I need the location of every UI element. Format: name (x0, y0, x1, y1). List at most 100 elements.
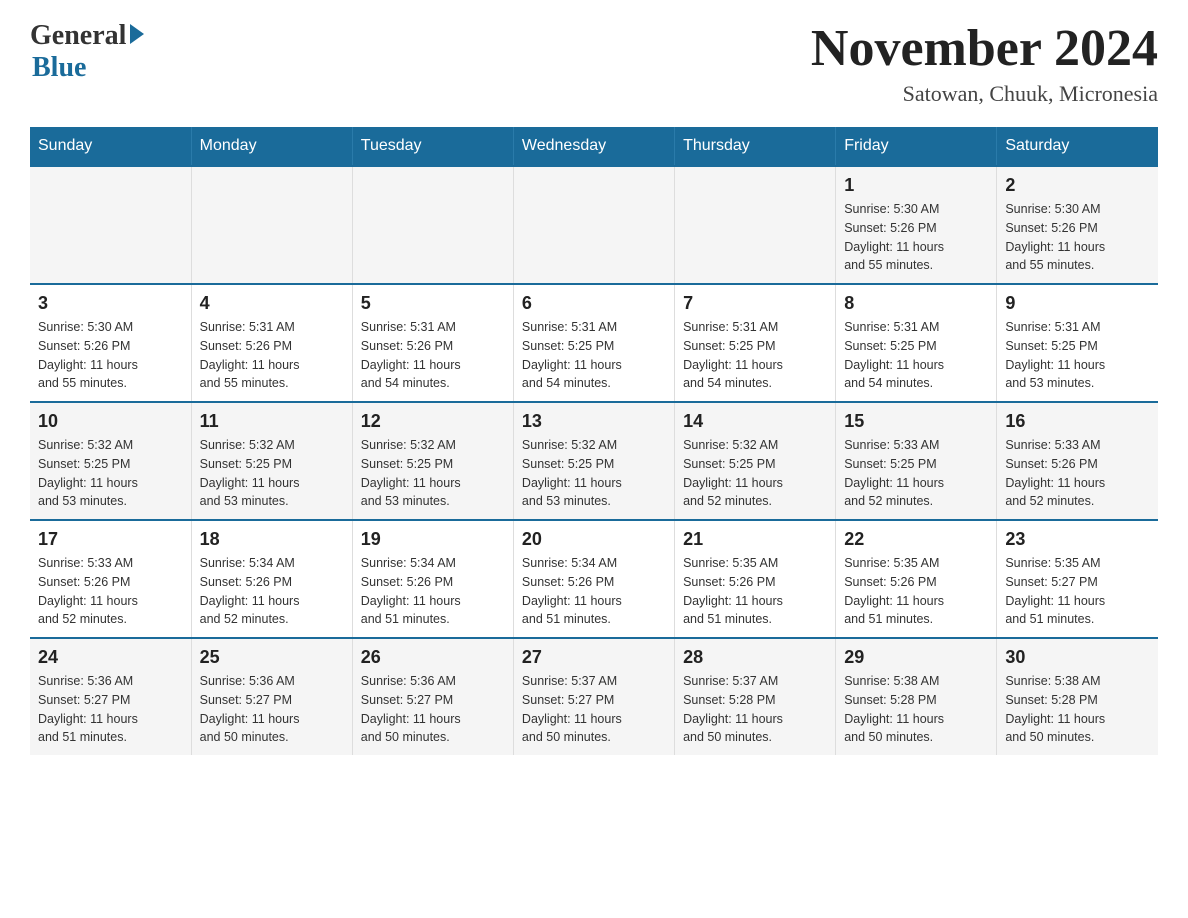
calendar-cell: 5 Sunrise: 5:31 AM Sunset: 5:26 PM Daylig… (352, 284, 513, 402)
day-info: Sunrise: 5:32 AM Sunset: 5:25 PM Dayligh… (522, 436, 666, 511)
weekday-header-thursday: Thursday (675, 127, 836, 166)
weekday-header-row: SundayMondayTuesdayWednesdayThursdayFrid… (30, 127, 1158, 166)
calendar-cell (513, 166, 674, 284)
weekday-header-saturday: Saturday (997, 127, 1158, 166)
calendar-cell: 22 Sunrise: 5:35 AM Sunset: 5:26 PM Dayli… (836, 520, 997, 638)
logo-general-text: General (30, 20, 126, 52)
title-section: November 2024 Satowan, Chuuk, Micronesia (811, 20, 1158, 107)
calendar-cell: 3 Sunrise: 5:30 AM Sunset: 5:26 PM Daylig… (30, 284, 191, 402)
calendar-week-row: 3 Sunrise: 5:30 AM Sunset: 5:26 PM Daylig… (30, 284, 1158, 402)
day-number: 9 (1005, 293, 1150, 314)
calendar-week-row: 10 Sunrise: 5:32 AM Sunset: 5:25 PM Dayli… (30, 402, 1158, 520)
calendar-cell: 14 Sunrise: 5:32 AM Sunset: 5:25 PM Dayli… (675, 402, 836, 520)
calendar-cell: 27Sunrise: 5:37 AM Sunset: 5:27 PM Dayli… (513, 638, 674, 755)
weekday-header-friday: Friday (836, 127, 997, 166)
day-info: Sunrise: 5:36 AM Sunset: 5:27 PM Dayligh… (200, 672, 344, 747)
day-info: Sunrise: 5:34 AM Sunset: 5:26 PM Dayligh… (522, 554, 666, 629)
calendar-cell: 2 Sunrise: 5:30 AM Sunset: 5:26 PM Daylig… (997, 166, 1158, 284)
day-number: 2 (1005, 175, 1150, 196)
calendar-cell: 15 Sunrise: 5:33 AM Sunset: 5:25 PM Dayli… (836, 402, 997, 520)
day-info: Sunrise: 5:30 AM Sunset: 5:26 PM Dayligh… (1005, 200, 1150, 275)
day-number: 29 (844, 647, 988, 668)
day-number: 10 (38, 411, 183, 432)
day-info: Sunrise: 5:32 AM Sunset: 5:25 PM Dayligh… (38, 436, 183, 511)
day-number: 17 (38, 529, 183, 550)
day-number: 21 (683, 529, 827, 550)
day-info: Sunrise: 5:34 AM Sunset: 5:26 PM Dayligh… (361, 554, 505, 629)
day-number: 26 (361, 647, 505, 668)
calendar-cell: 21 Sunrise: 5:35 AM Sunset: 5:26 PM Dayli… (675, 520, 836, 638)
calendar-cell: 16 Sunrise: 5:33 AM Sunset: 5:26 PM Dayli… (997, 402, 1158, 520)
calendar-cell (30, 166, 191, 284)
calendar-cell: 11Sunrise: 5:32 AM Sunset: 5:25 PM Dayli… (191, 402, 352, 520)
day-number: 3 (38, 293, 183, 314)
day-number: 18 (200, 529, 344, 550)
calendar-cell: 8Sunrise: 5:31 AM Sunset: 5:25 PM Daylig… (836, 284, 997, 402)
calendar-cell: 9 Sunrise: 5:31 AM Sunset: 5:25 PM Daylig… (997, 284, 1158, 402)
day-number: 12 (361, 411, 505, 432)
day-info: Sunrise: 5:33 AM Sunset: 5:26 PM Dayligh… (38, 554, 183, 629)
weekday-header-sunday: Sunday (30, 127, 191, 166)
calendar-cell: 12 Sunrise: 5:32 AM Sunset: 5:25 PM Dayli… (352, 402, 513, 520)
day-info: Sunrise: 5:35 AM Sunset: 5:27 PM Dayligh… (1005, 554, 1150, 629)
day-info: Sunrise: 5:36 AM Sunset: 5:27 PM Dayligh… (361, 672, 505, 747)
logo-arrow-icon (130, 24, 144, 44)
day-number: 24 (38, 647, 183, 668)
calendar-cell: 29Sunrise: 5:38 AM Sunset: 5:28 PM Dayli… (836, 638, 997, 755)
calendar-cell: 6 Sunrise: 5:31 AM Sunset: 5:25 PM Daylig… (513, 284, 674, 402)
day-number: 6 (522, 293, 666, 314)
calendar-cell: 23 Sunrise: 5:35 AM Sunset: 5:27 PM Dayli… (997, 520, 1158, 638)
calendar-cell: 17 Sunrise: 5:33 AM Sunset: 5:26 PM Dayli… (30, 520, 191, 638)
day-info: Sunrise: 5:33 AM Sunset: 5:26 PM Dayligh… (1005, 436, 1150, 511)
day-number: 4 (200, 293, 344, 314)
calendar-week-row: 1 Sunrise: 5:30 AM Sunset: 5:26 PM Daylig… (30, 166, 1158, 284)
weekday-header-wednesday: Wednesday (513, 127, 674, 166)
day-info: Sunrise: 5:31 AM Sunset: 5:25 PM Dayligh… (683, 318, 827, 393)
day-number: 19 (361, 529, 505, 550)
day-number: 25 (200, 647, 344, 668)
calendar-cell: 1 Sunrise: 5:30 AM Sunset: 5:26 PM Daylig… (836, 166, 997, 284)
day-info: Sunrise: 5:31 AM Sunset: 5:25 PM Dayligh… (522, 318, 666, 393)
day-number: 16 (1005, 411, 1150, 432)
day-info: Sunrise: 5:31 AM Sunset: 5:25 PM Dayligh… (1005, 318, 1150, 393)
day-info: Sunrise: 5:31 AM Sunset: 5:26 PM Dayligh… (200, 318, 344, 393)
day-number: 27 (522, 647, 666, 668)
day-number: 13 (522, 411, 666, 432)
day-number: 23 (1005, 529, 1150, 550)
day-number: 1 (844, 175, 988, 196)
calendar-cell: 20Sunrise: 5:34 AM Sunset: 5:26 PM Dayli… (513, 520, 674, 638)
calendar-cell (352, 166, 513, 284)
calendar-cell: 30Sunrise: 5:38 AM Sunset: 5:28 PM Dayli… (997, 638, 1158, 755)
weekday-header-tuesday: Tuesday (352, 127, 513, 166)
calendar-cell: 24 Sunrise: 5:36 AM Sunset: 5:27 PM Dayli… (30, 638, 191, 755)
day-info: Sunrise: 5:30 AM Sunset: 5:26 PM Dayligh… (844, 200, 988, 275)
calendar-cell (191, 166, 352, 284)
day-info: Sunrise: 5:30 AM Sunset: 5:26 PM Dayligh… (38, 318, 183, 393)
day-info: Sunrise: 5:36 AM Sunset: 5:27 PM Dayligh… (38, 672, 183, 747)
calendar-cell (675, 166, 836, 284)
day-number: 15 (844, 411, 988, 432)
day-number: 5 (361, 293, 505, 314)
day-number: 22 (844, 529, 988, 550)
day-info: Sunrise: 5:33 AM Sunset: 5:25 PM Dayligh… (844, 436, 988, 511)
calendar-cell: 4 Sunrise: 5:31 AM Sunset: 5:26 PM Daylig… (191, 284, 352, 402)
day-info: Sunrise: 5:35 AM Sunset: 5:26 PM Dayligh… (844, 554, 988, 629)
calendar-cell: 18Sunrise: 5:34 AM Sunset: 5:26 PM Dayli… (191, 520, 352, 638)
day-info: Sunrise: 5:32 AM Sunset: 5:25 PM Dayligh… (361, 436, 505, 511)
day-number: 8 (844, 293, 988, 314)
calendar-cell: 10 Sunrise: 5:32 AM Sunset: 5:25 PM Dayli… (30, 402, 191, 520)
calendar-cell: 28Sunrise: 5:37 AM Sunset: 5:28 PM Dayli… (675, 638, 836, 755)
day-info: Sunrise: 5:32 AM Sunset: 5:25 PM Dayligh… (200, 436, 344, 511)
calendar-table: SundayMondayTuesdayWednesdayThursdayFrid… (30, 127, 1158, 755)
day-info: Sunrise: 5:31 AM Sunset: 5:26 PM Dayligh… (361, 318, 505, 393)
day-number: 30 (1005, 647, 1150, 668)
calendar-cell: 7Sunrise: 5:31 AM Sunset: 5:25 PM Daylig… (675, 284, 836, 402)
calendar-cell: 26 Sunrise: 5:36 AM Sunset: 5:27 PM Dayli… (352, 638, 513, 755)
calendar-cell: 19 Sunrise: 5:34 AM Sunset: 5:26 PM Dayli… (352, 520, 513, 638)
day-info: Sunrise: 5:35 AM Sunset: 5:26 PM Dayligh… (683, 554, 827, 629)
day-info: Sunrise: 5:32 AM Sunset: 5:25 PM Dayligh… (683, 436, 827, 511)
calendar-cell: 13 Sunrise: 5:32 AM Sunset: 5:25 PM Dayli… (513, 402, 674, 520)
day-number: 28 (683, 647, 827, 668)
day-number: 14 (683, 411, 827, 432)
calendar-week-row: 17 Sunrise: 5:33 AM Sunset: 5:26 PM Dayli… (30, 520, 1158, 638)
